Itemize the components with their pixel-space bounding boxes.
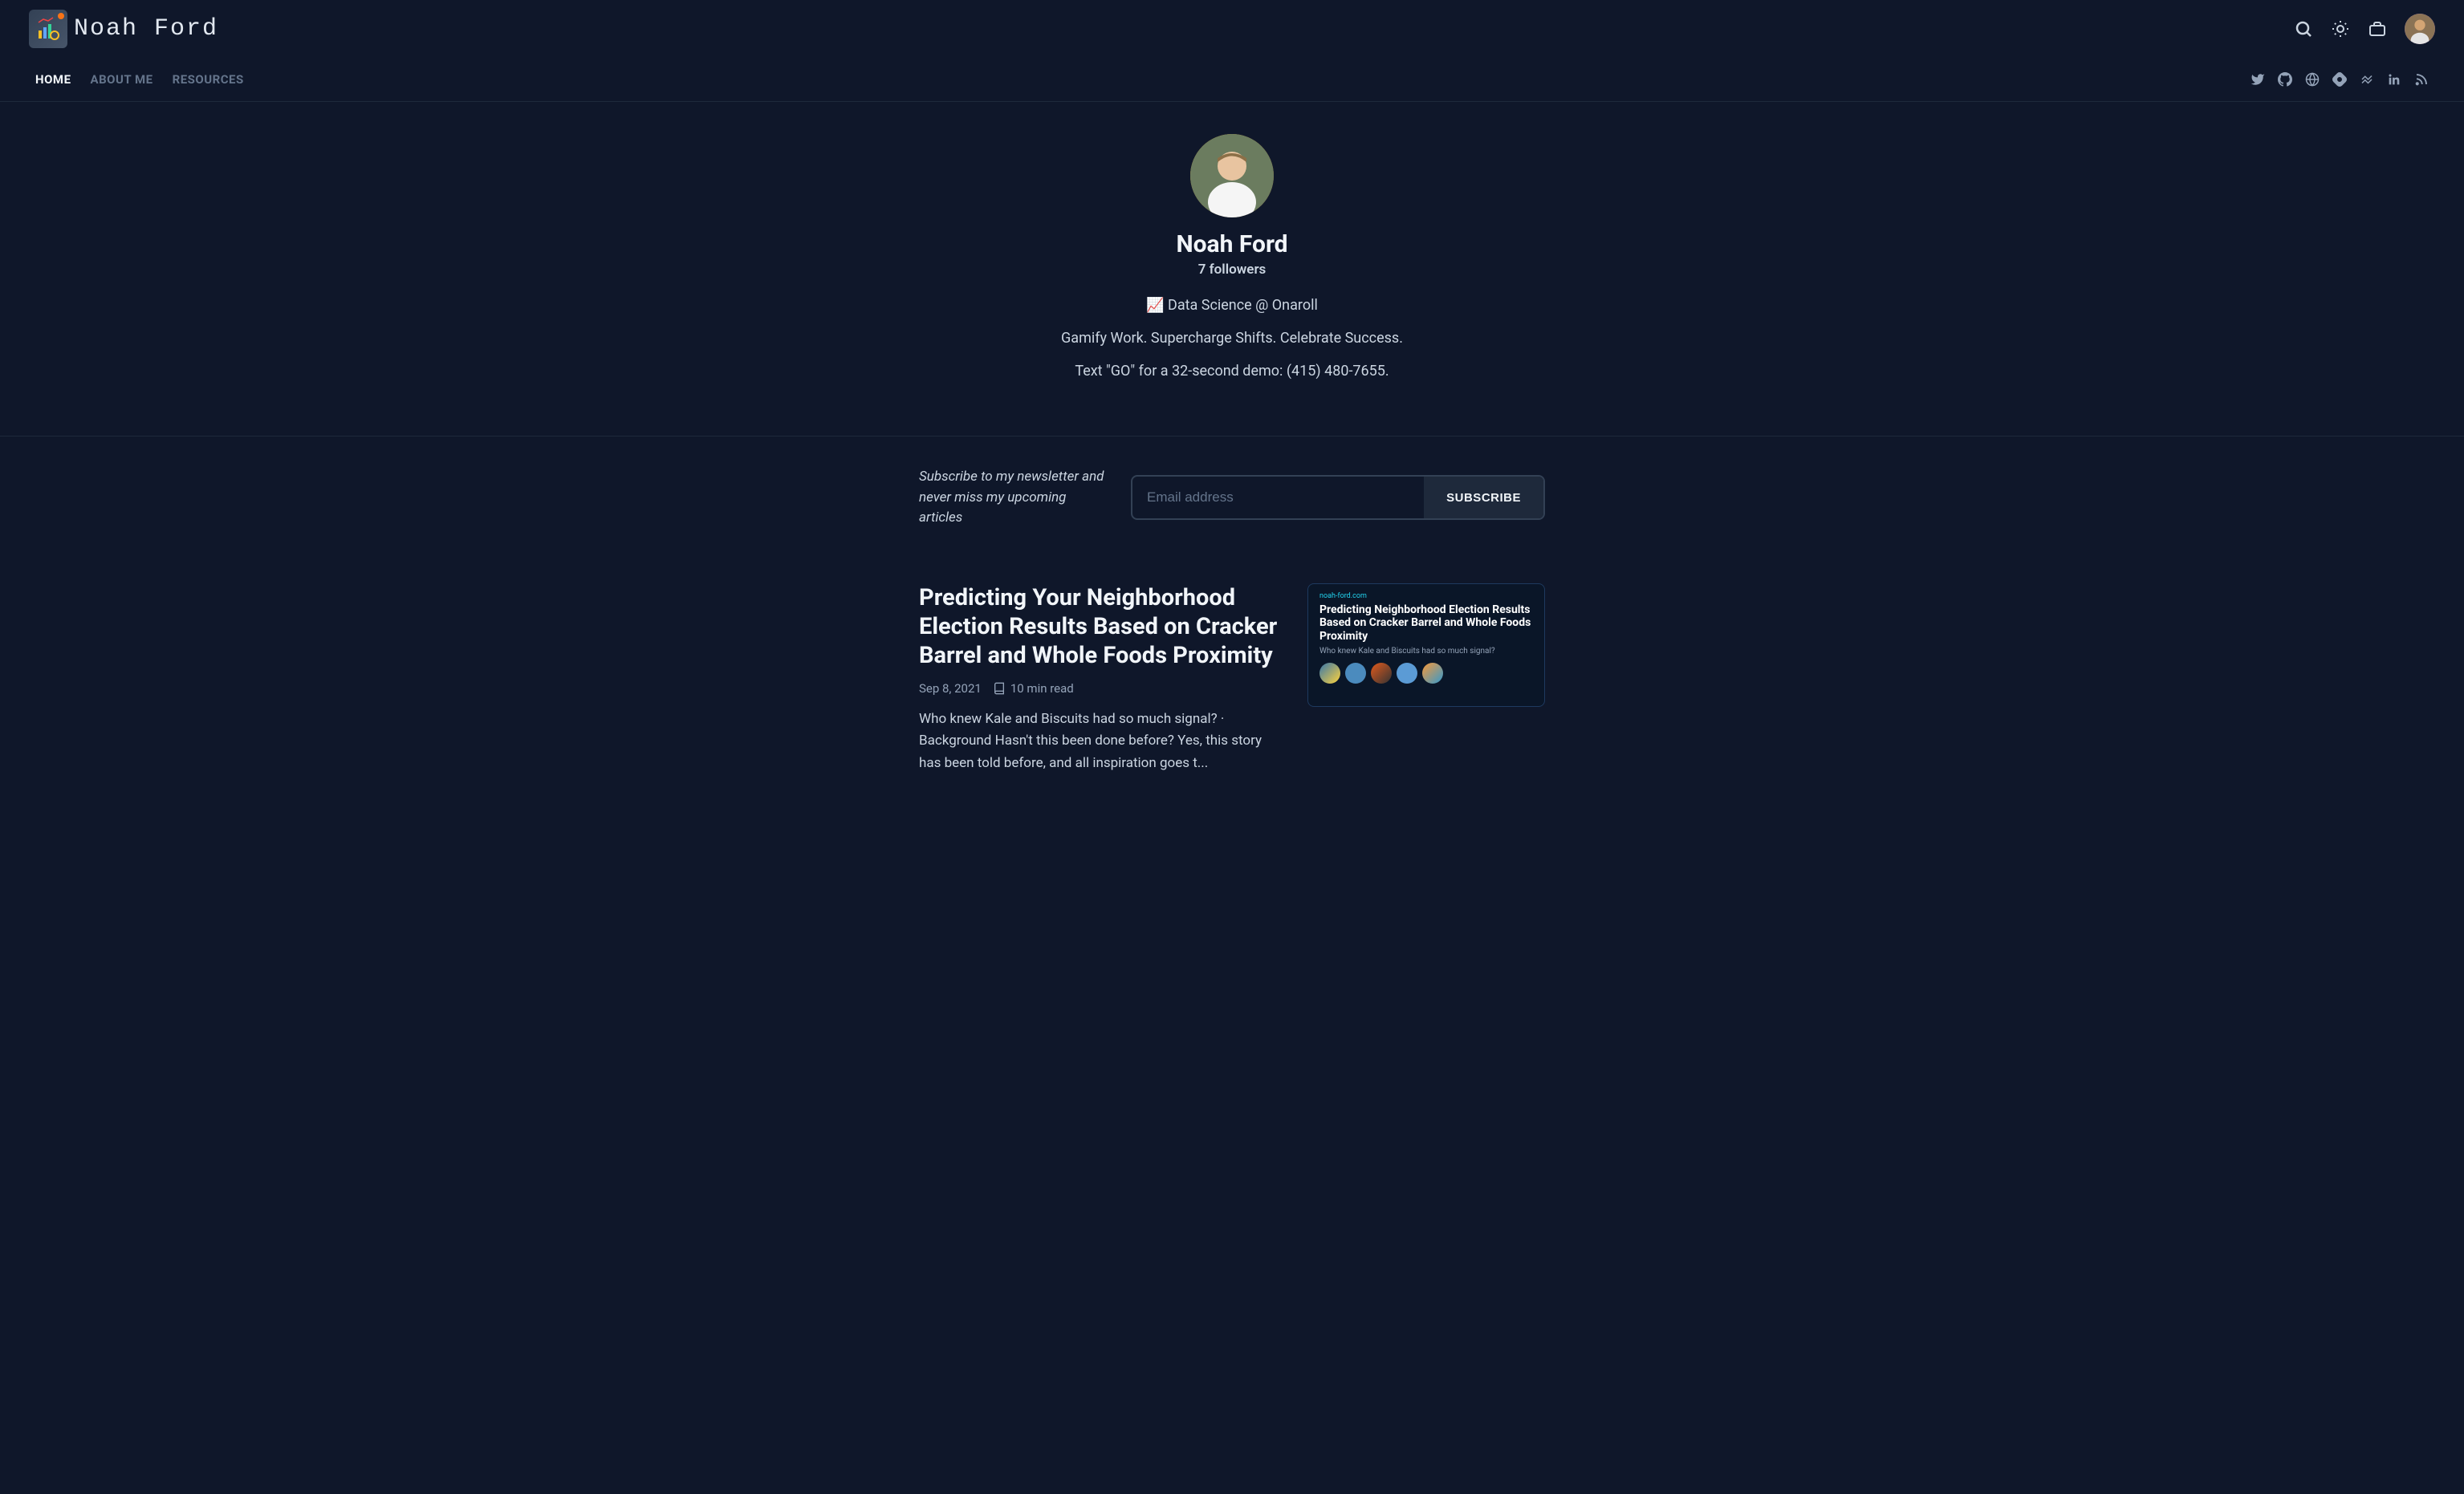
brand[interactable]: Noah Ford — [29, 10, 218, 48]
brand-name: Noah Ford — [74, 15, 218, 43]
post-read-time: 10 min read — [993, 681, 1074, 696]
thumb-subtitle: Who knew Kale and Biscuits had so much s… — [1319, 647, 1533, 656]
thumb-domain: noah-ford.com — [1319, 592, 1533, 600]
bio-line-1: 📈 Data Science @ Onaroll — [1146, 297, 1318, 314]
search-icon[interactable] — [2294, 19, 2313, 39]
sklearn-logo-icon — [1422, 663, 1443, 684]
twitter-icon[interactable] — [2251, 72, 2265, 87]
thumb-tech-logos — [1319, 663, 1533, 684]
post-title[interactable]: Predicting Your Neighborhood Election Re… — [919, 583, 1283, 671]
globe-icon[interactable] — [2305, 72, 2320, 87]
followers-count[interactable]: 7 followers — [1198, 262, 1267, 278]
newsletter-section: Subscribe to my newsletter and never mis… — [903, 436, 1561, 559]
rss-icon[interactable] — [2414, 72, 2429, 87]
post-content: Predicting Your Neighborhood Election Re… — [919, 583, 1283, 774]
hero-section: Noah Ford 7 followers 📈 Data Science @ O… — [0, 102, 2464, 436]
nav-tabs: HOME ABOUT ME RESOURCES — [35, 72, 244, 87]
spark-logo-icon — [1371, 663, 1392, 684]
bio-line-3: Text "GO" for a 32-second demo: (415) 48… — [1075, 363, 1389, 380]
pandas-logo-icon — [1345, 663, 1366, 684]
topbar: Noah Ford — [0, 0, 2464, 58]
bio-line-2: Gamify Work. Supercharge Shifts. Celebra… — [1061, 330, 1403, 347]
github-icon[interactable] — [2278, 72, 2292, 87]
book-icon — [993, 682, 1006, 695]
newsletter-text: Subscribe to my newsletter and never mis… — [919, 467, 1112, 529]
social-icons — [2251, 72, 2429, 87]
post-thumbnail[interactable]: noah-ford.com Predicting Neighborhood El… — [1307, 583, 1545, 707]
navbar: HOME ABOUT ME RESOURCES — [0, 58, 2464, 102]
polywork-icon[interactable] — [2360, 72, 2374, 87]
post-meta: Sep 8, 2021 10 min read — [919, 681, 1283, 696]
nav-tab-home[interactable]: HOME — [35, 72, 71, 87]
hashnode-icon[interactable] — [2332, 72, 2347, 87]
post-item: Predicting Your Neighborhood Election Re… — [903, 559, 1561, 798]
post-date: Sep 8, 2021 — [919, 681, 982, 696]
thumb-title: Predicting Neighborhood Election Results… — [1319, 603, 1533, 643]
email-input[interactable] — [1132, 477, 1424, 518]
python-logo-icon — [1319, 663, 1340, 684]
linkedin-icon[interactable] — [2387, 72, 2401, 87]
user-avatar[interactable] — [2405, 14, 2435, 44]
post-excerpt: Who knew Kale and Biscuits had so much s… — [919, 708, 1283, 774]
nav-tab-about[interactable]: ABOUT ME — [91, 72, 153, 87]
profile-name: Noah Ford — [1176, 230, 1287, 258]
nav-tab-resources[interactable]: RESOURCES — [173, 72, 244, 87]
newsletter-form: SUBSCRIBE — [1131, 475, 1545, 520]
seaborn-logo-icon — [1397, 663, 1417, 684]
topbar-actions — [2294, 14, 2435, 44]
theme-toggle-icon[interactable] — [2331, 19, 2350, 39]
brand-logo-icon — [29, 10, 67, 48]
briefcase-icon[interactable] — [2368, 19, 2387, 39]
profile-avatar[interactable] — [1190, 134, 1274, 217]
subscribe-button[interactable]: SUBSCRIBE — [1424, 477, 1543, 518]
